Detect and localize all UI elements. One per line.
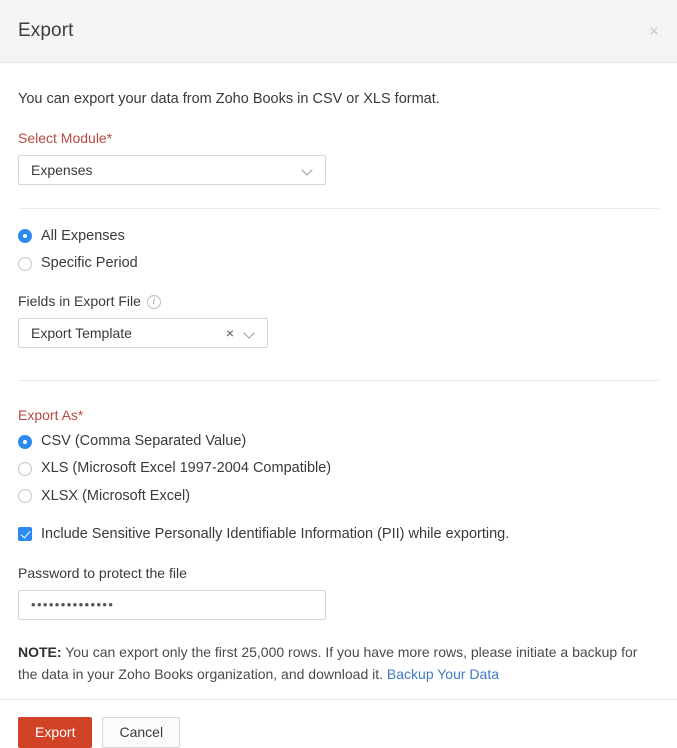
export-button[interactable]: Export (18, 717, 93, 748)
radio-xlsx-icon[interactable] (18, 489, 32, 504)
password-input[interactable] (18, 589, 326, 620)
radio-specific-period-icon[interactable] (18, 256, 32, 271)
modal-footer: Export Cancel (0, 700, 677, 748)
note-prefix: NOTE: (18, 643, 62, 660)
radio-xlsx-label: XLSX (Microsoft Excel) (41, 487, 191, 504)
fields-in-export-dropdown[interactable]: Export Template × (18, 318, 268, 349)
radio-xls-icon[interactable] (18, 462, 32, 477)
radio-xlsx[interactable]: XLSX (Microsoft Excel) (18, 488, 659, 505)
radio-all-expenses-label: All Expenses (41, 227, 125, 244)
scope-radio-group: All Expenses Specific Period (18, 228, 659, 273)
clear-icon[interactable]: × (226, 326, 234, 340)
chevron-down-icon (245, 328, 255, 338)
radio-csv-icon[interactable] (18, 434, 32, 449)
select-module-dropdown[interactable]: Expenses (18, 154, 326, 185)
radio-csv-label: CSV (Comma Separated Value) (41, 433, 247, 450)
fields-in-export-label-row: Fields in Export File i (18, 293, 659, 310)
backup-your-data-link[interactable]: Backup Your Data (387, 666, 499, 682)
radio-all-expenses[interactable]: All Expenses (18, 228, 659, 245)
info-icon[interactable]: i (146, 294, 161, 309)
note-body: You can export only the first 25,000 row… (18, 643, 638, 682)
radio-xls-label: XLS (Microsoft Excel 1997-2004 Compatibl… (41, 460, 332, 477)
select-module-label: Select Module* (18, 129, 113, 146)
password-label: Password to protect the file (18, 565, 187, 582)
export-as-radio-group: CSV (Comma Separated Value) XLS (Microso… (18, 433, 659, 505)
radio-specific-period-label: Specific Period (41, 255, 138, 272)
radio-specific-period[interactable]: Specific Period (18, 255, 659, 272)
page-title: Export (18, 20, 74, 41)
intro-text: You can export your data from Zoho Books… (18, 91, 440, 107)
radio-xls[interactable]: XLS (Microsoft Excel 1997-2004 Compatibl… (18, 460, 659, 477)
export-as-label: Export As* (18, 407, 84, 424)
close-icon[interactable]: × (649, 23, 659, 40)
modal-body: You can export your data from Zoho Books… (0, 90, 677, 685)
fields-in-export-label: Fields in Export File (18, 293, 141, 310)
modal-header: Export × (0, 0, 677, 63)
chevron-down-icon (303, 165, 313, 175)
radio-all-expenses-icon[interactable] (18, 229, 32, 244)
include-pii-checkbox[interactable] (18, 527, 32, 542)
cancel-button[interactable]: Cancel (102, 717, 181, 748)
note-text: NOTE: You can export only the first 25,0… (18, 642, 659, 685)
include-pii-checkbox-row[interactable]: Include Sensitive Personally Identifiabl… (18, 526, 659, 542)
select-module-value: Expenses (31, 161, 93, 178)
fields-in-export-value: Export Template (31, 325, 132, 342)
include-pii-label: Include Sensitive Personally Identifiabl… (41, 526, 510, 543)
divider-scope (18, 207, 659, 209)
radio-csv[interactable]: CSV (Comma Separated Value) (18, 433, 659, 450)
divider-export-as (18, 380, 659, 382)
